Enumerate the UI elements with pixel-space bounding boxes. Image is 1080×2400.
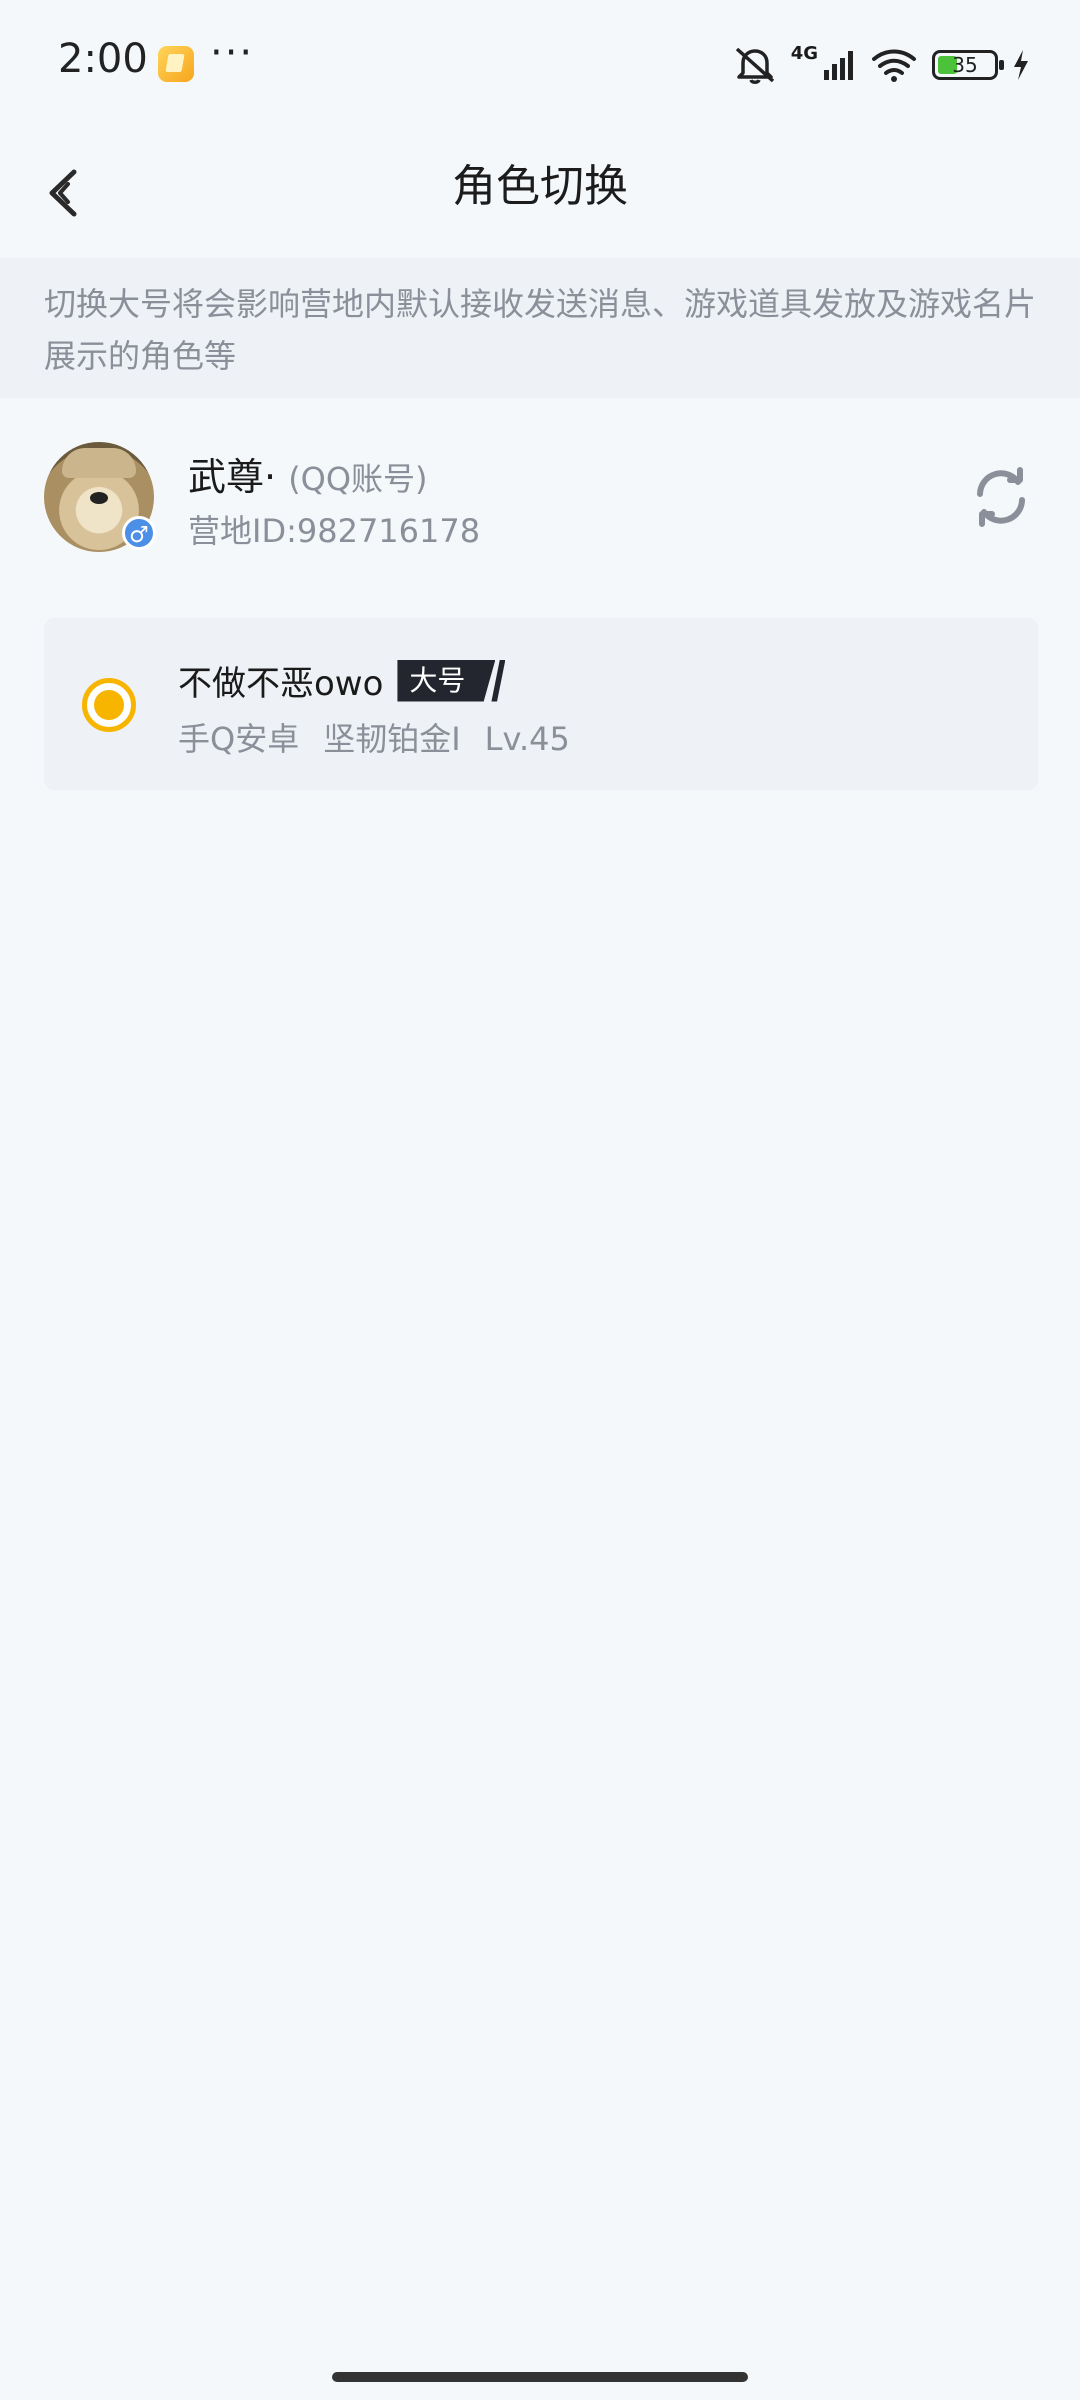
role-rank: 坚韧铂金I <box>323 720 461 758</box>
more-notifications-icon: ··· <box>210 30 255 76</box>
main-account-tag: 大号 <box>397 659 496 702</box>
notification-app-icon <box>158 46 194 82</box>
role-card[interactable]: 不做不恶owo 大号 手Q安卓 坚韧铂金I Lv.45 <box>44 618 1038 790</box>
status-icons: 4G 35 <box>733 40 1030 90</box>
status-time: 2:00 <box>58 36 148 82</box>
account-name-text: 武尊· <box>188 455 277 499</box>
home-indicator[interactable] <box>332 2372 748 2382</box>
account-type: (QQ账号) <box>288 460 428 498</box>
network-4g-label: 4G <box>790 42 818 64</box>
account-name: 武尊· (QQ账号) <box>188 446 428 501</box>
notice-banner: 切换大号将会影响营地内默认接收发送消息、游戏道具发放及游戏名片展示的角色等 <box>0 258 1080 398</box>
role-level: Lv.45 <box>484 720 570 758</box>
account-row: ♂ 武尊· (QQ账号) 营地ID:982716178 <box>0 432 1080 562</box>
role-info: 手Q安卓 坚韧铂金I Lv.45 <box>178 714 594 760</box>
signal-icon <box>824 51 853 80</box>
switch-account-icon[interactable] <box>970 466 1032 528</box>
battery-percent: 35 <box>952 53 978 77</box>
role-name-text: 不做不恶owo <box>178 664 384 704</box>
status-bar: 2:00 ··· 4G 35 <box>0 0 1080 130</box>
mute-icon <box>735 47 774 84</box>
gender-male-icon: ♂ <box>122 516 156 550</box>
battery-icon: 35 <box>932 50 1004 80</box>
notice-text: 切换大号将会影响营地内默认接收发送消息、游戏道具发放及游戏名片展示的角色等 <box>44 285 1037 375</box>
role-platform: 手Q安卓 <box>178 720 300 758</box>
role-radio-selected[interactable] <box>82 678 136 732</box>
wifi-icon <box>872 49 916 82</box>
account-id: 营地ID:982716178 <box>188 512 481 550</box>
charging-icon <box>1014 50 1028 80</box>
role-name: 不做不恶owo 大号 <box>178 656 506 705</box>
page-title: 角色切换 <box>452 161 628 212</box>
